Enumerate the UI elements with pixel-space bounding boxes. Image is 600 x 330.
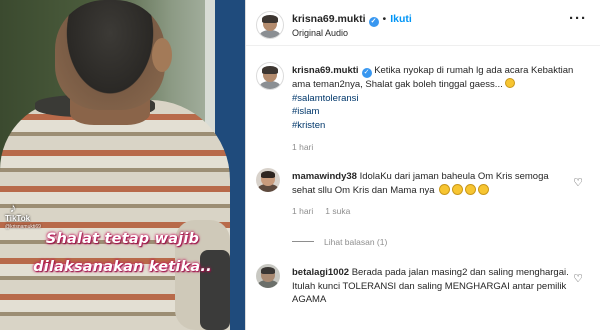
crying-emoji-icon (478, 183, 490, 195)
follow-button[interactable]: Ikuti (390, 13, 412, 25)
view-replies-label: Lihat balasan (1) (324, 237, 388, 247)
avatar[interactable] (256, 168, 280, 192)
crying-emoji-icon (439, 183, 451, 195)
comment-text: betalagi1002 Berada pada jalan masing2 d… (292, 266, 572, 307)
comment-username[interactable]: mamawindy38 (292, 171, 357, 182)
more-options-icon[interactable]: ··· (569, 10, 587, 27)
post-side-panel: krisna69.mukti ✓ • Ikuti Original Audio ···… (245, 0, 600, 330)
audio-link[interactable]: Original Audio (292, 28, 348, 38)
comment-username[interactable]: betalagi1002 (292, 267, 349, 278)
post-timestamp[interactable]: 1 hari (292, 142, 313, 152)
comment-text: mamawindy38 IdolaKu dari jaman baheula O… (292, 170, 572, 197)
post-caption-text: krisna69.mukti ✓ Ketika nyokap di rumah l… (292, 64, 582, 132)
video-player[interactable]: ♪ TikTok @krisnamukti69 Shalat tetap waj… (0, 0, 245, 330)
header-username[interactable]: krisna69.mukti (292, 13, 366, 25)
verified-badge-icon: ✓ (361, 68, 372, 78)
comment-likes[interactable]: 1 suka (325, 206, 350, 216)
like-heart-icon[interactable]: ♡ (573, 176, 583, 189)
like-heart-icon[interactable]: ♡ (573, 272, 583, 285)
avatar[interactable] (256, 264, 280, 288)
replies-divider (292, 241, 314, 242)
hashtag-salamtoleransi[interactable]: #salamtoleransi (292, 92, 582, 106)
header-separator: • (382, 13, 387, 25)
view-replies-button[interactable]: Lihat balasan (1) (292, 237, 387, 247)
video-person-ear (152, 38, 172, 72)
avatar[interactable] (256, 62, 284, 90)
comment-meta: 1 hari 1 suka (292, 206, 362, 216)
avatar[interactable] (256, 11, 284, 39)
video-caption-line-1: Shalat tetap wajib (45, 231, 200, 247)
crying-emoji-icon (465, 183, 477, 195)
header-user-line: krisna69.mukti ✓ • Ikuti (292, 13, 412, 27)
tiktok-logo-icon: ♪ (9, 200, 17, 215)
hashtag-kristen[interactable]: #kristen (292, 119, 582, 133)
tiktok-handle: @krisnamukti69 (5, 224, 41, 230)
verified-badge-icon: ✓ (368, 17, 379, 27)
tiktok-brand: TikTok (5, 214, 31, 223)
video-person-head (55, 0, 165, 110)
post-username[interactable]: krisna69.mukti (292, 65, 359, 76)
post-header: krisna69.mukti ✓ • Ikuti Original Audio ··· (246, 0, 600, 46)
crying-emoji-icon (452, 183, 464, 195)
video-caption-line-2: dilaksanakan ketika.. (33, 259, 212, 275)
comment-timestamp[interactable]: 1 hari (292, 206, 313, 216)
tiktok-watermark: ♪ TikTok @krisnamukti69 (5, 200, 41, 230)
smile-emoji-icon (504, 78, 515, 88)
hashtag-islam[interactable]: #islam (292, 105, 582, 119)
